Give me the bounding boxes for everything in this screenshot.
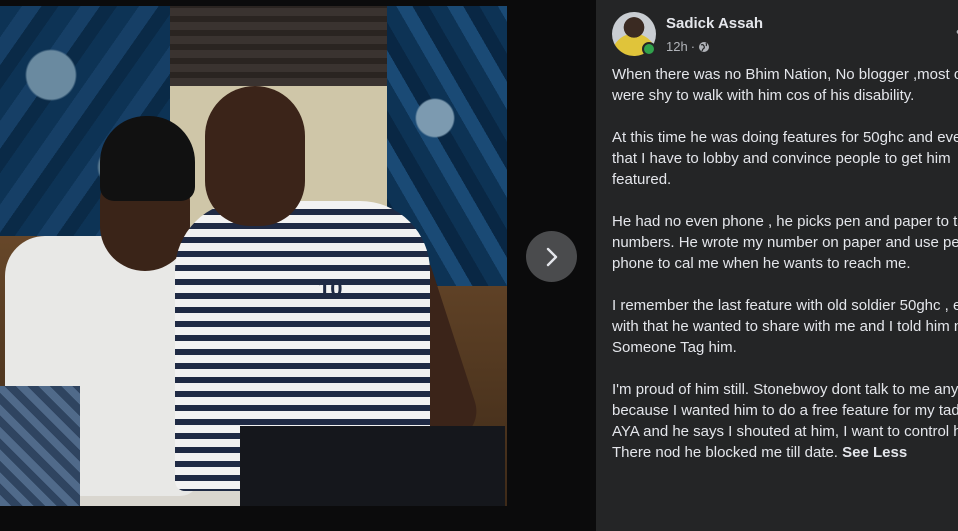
see-less-link[interactable]: See Less (842, 444, 907, 461)
post-panel: Sadick Assah 12h · ••• When there was no… (596, 0, 958, 531)
post-paragraph: At this time he was doing features for 5… (612, 129, 958, 188)
shirt-number: 10 (318, 276, 343, 301)
post-header: Sadick Assah 12h · ••• (612, 12, 958, 56)
post-timestamp[interactable]: 12h (666, 39, 688, 54)
post-paragraph: When there was no Bhim Nation, No blogge… (612, 66, 958, 104)
globe-icon[interactable] (698, 41, 710, 53)
photo-viewer: 10 (0, 0, 596, 531)
chevron-right-icon (546, 247, 557, 266)
post-paragraph-last: I'm proud of him still. Stonebwoy dont t… (612, 379, 958, 463)
post-paragraph: He had no even phone , he picks pen and … (612, 213, 958, 272)
post-body: When there was no Bhim Nation, No blogge… (612, 64, 958, 484)
author-name[interactable]: Sadick Assah (666, 15, 763, 32)
meta-separator: · (690, 39, 696, 54)
post-paragraph: I remember the last feature with old sol… (612, 297, 958, 356)
post-meta: 12h · (666, 39, 710, 54)
post-photo: 10 (0, 6, 507, 506)
online-status-dot (642, 42, 656, 56)
next-photo-button[interactable] (526, 231, 577, 282)
